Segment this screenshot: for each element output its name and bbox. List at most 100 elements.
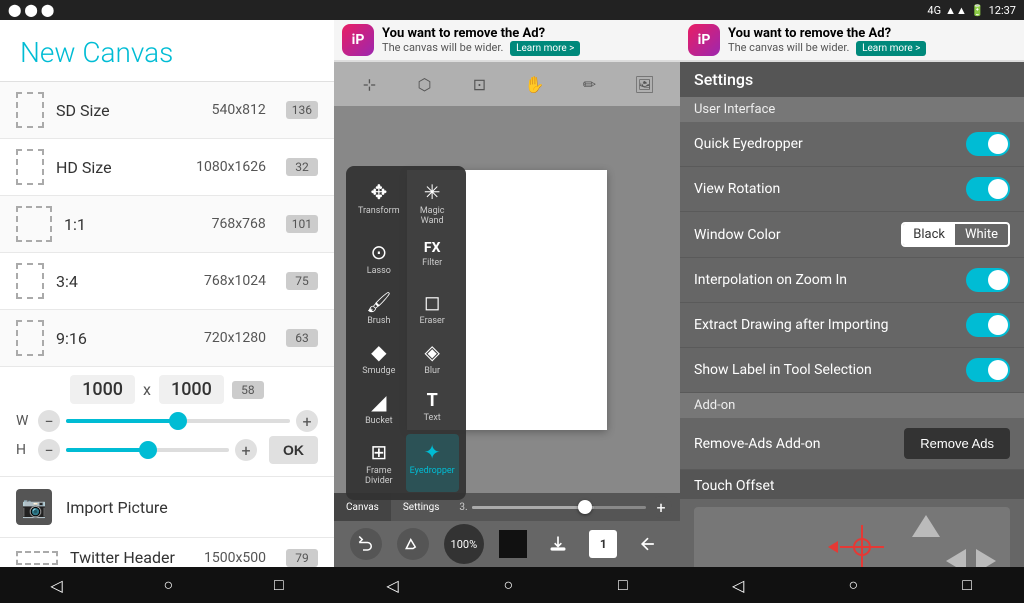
home-button-p3[interactable]: ○ <box>832 571 874 599</box>
text-label: Text <box>424 413 441 423</box>
tool-eraser[interactable]: ◻ Eraser <box>406 284 459 332</box>
tool-lasso[interactable]: ⊙ Lasso <box>354 234 404 282</box>
height-slider-track[interactable] <box>66 448 229 452</box>
back-button[interactable]: ◁ <box>34 572 78 599</box>
color-swatch[interactable] <box>499 530 527 558</box>
remove-ads-button[interactable]: Remove Ads <box>904 428 1010 459</box>
show-label-row: Show Label in Tool Selection <box>680 348 1024 393</box>
remove-ads-row: Remove-Ads Add-on Remove Ads <box>680 418 1024 470</box>
transform-tool-button[interactable]: ⊡ <box>464 68 496 100</box>
download-button[interactable] <box>542 528 574 560</box>
arrow-left-triangle[interactable] <box>946 549 966 567</box>
thumb-hd <box>16 149 44 185</box>
arrow-right-triangle[interactable] <box>976 549 996 567</box>
back-button-p3[interactable]: ◁ <box>716 572 760 599</box>
brush-size-value: 100% <box>451 538 478 551</box>
canvas-toolbar: ⊹ ⬡ ⊡ ✋ ✏ 🖼 <box>334 62 680 106</box>
recent-button-p3[interactable]: □ <box>946 571 988 599</box>
list-item[interactable]: HD Size 1080x1626 32 <box>0 139 334 196</box>
size-label-34: 3:4 <box>56 272 192 291</box>
ad-headline-3: You want to remove the Ad? <box>728 26 926 41</box>
brush-bottom-button[interactable] <box>397 528 429 560</box>
lasso-tool-button[interactable]: ⬡ <box>409 68 441 100</box>
back-arrow-button[interactable] <box>632 528 664 560</box>
width-decrease-button[interactable]: − <box>38 410 60 432</box>
view-rotation-label: View Rotation <box>694 181 966 197</box>
zoom-plus-button[interactable]: + <box>650 496 672 518</box>
image-tool-button[interactable]: 🖼 <box>629 68 661 100</box>
width-increase-button[interactable]: + <box>296 410 318 432</box>
remove-ads-label: Remove-Ads Add-on <box>694 436 904 452</box>
ad-banner-2[interactable]: iP You want to remove the Ad? The canvas… <box>334 20 680 62</box>
home-button[interactable]: ○ <box>147 571 189 599</box>
brush-label: Brush <box>367 316 390 326</box>
touch-offset-diagram[interactable] <box>694 507 1010 567</box>
list-item[interactable]: 1:1 768x768 101 <box>0 196 334 253</box>
custom-width-value[interactable]: 1000 <box>70 375 135 404</box>
tool-text[interactable]: T Text <box>406 384 459 432</box>
list-item[interactable]: 9:16 720x1280 63 <box>0 310 334 367</box>
height-increase-button[interactable]: + <box>235 439 257 461</box>
canvas-area[interactable]: ✥ Transform ✳ Magic Wand ⊙ Lasso FX Filt… <box>334 106 680 493</box>
import-picture-row[interactable]: 📷 Import Picture <box>0 477 334 538</box>
interpolation-toggle[interactable] <box>966 268 1010 292</box>
magic-wand-label: Magic Wand <box>410 206 455 226</box>
black-color-button[interactable]: Black <box>903 224 955 245</box>
show-label-toggle[interactable] <box>966 358 1010 382</box>
ad-learn-more-3[interactable]: Learn more > <box>856 41 926 56</box>
list-item[interactable]: SD Size 540x812 136 <box>0 82 334 139</box>
width-slider-track[interactable] <box>66 419 290 423</box>
toggle-knob <box>988 134 1008 154</box>
undo-button[interactable] <box>350 528 382 560</box>
blur-label: Blur <box>424 366 440 376</box>
tool-filter[interactable]: FX Filter <box>406 234 459 282</box>
new-canvas-panel: New Canvas SD Size 540x812 136 HD Size 1… <box>0 20 334 603</box>
select-tool-button[interactable]: ⊹ <box>354 68 386 100</box>
tool-transform[interactable]: ✥ Transform <box>354 174 404 232</box>
ok-button[interactable]: OK <box>269 436 318 464</box>
recent-button[interactable]: □ <box>258 571 300 599</box>
quick-eyedropper-toggle[interactable] <box>966 132 1010 156</box>
crosshair-left-arrow <box>828 541 838 553</box>
zoom-slider-thumb[interactable] <box>578 500 592 514</box>
tool-brush[interactable]: 🖌 Brush <box>354 284 404 332</box>
thumb-sd <box>16 92 44 128</box>
tool-eyedropper[interactable]: ✦ Eyedropper <box>406 434 459 492</box>
tool-magic-wand[interactable]: ✳ Magic Wand <box>406 174 459 232</box>
tool-frame-divider[interactable]: ⊞ Frame Divider <box>354 434 404 492</box>
transform-icon: ✥ <box>370 180 387 204</box>
window-color-toggle: Black White <box>901 222 1010 247</box>
recent-button-p2[interactable]: □ <box>602 571 644 599</box>
custom-height-value[interactable]: 1000 <box>159 375 224 404</box>
thumb-916 <box>16 320 44 356</box>
arrow-up-triangle[interactable] <box>912 515 940 537</box>
size-value-sd: 540x812 <box>212 102 266 118</box>
home-button-p2[interactable]: ○ <box>487 571 529 599</box>
ad-icon-2: iP <box>342 24 374 56</box>
brush-size-button[interactable]: 100% <box>444 524 484 564</box>
ad-banner-3[interactable]: iP You want to remove the Ad? The canvas… <box>680 20 1024 62</box>
list-item[interactable]: 3:4 768x1024 75 <box>0 253 334 310</box>
twitter-size: 1500x500 <box>204 550 266 566</box>
white-color-button[interactable]: White <box>955 224 1008 245</box>
tool-bucket[interactable]: ◢ Bucket <box>354 384 404 432</box>
extract-drawing-toggle[interactable] <box>966 313 1010 337</box>
width-slider-row: W − + <box>16 410 318 432</box>
pen-tool-button[interactable]: ✏ <box>574 68 606 100</box>
tool-blur[interactable]: ◈ Blur <box>406 334 459 382</box>
height-decrease-button[interactable]: − <box>38 439 60 461</box>
view-rotation-toggle[interactable] <box>966 177 1010 201</box>
toggle-knob <box>988 315 1008 335</box>
twitter-label: Twitter Header <box>70 548 192 567</box>
tool-smudge[interactable]: ◆ Smudge <box>354 334 404 382</box>
thumb-twitter <box>16 551 58 565</box>
layer-badge[interactable]: 1 <box>589 530 617 558</box>
back-button-p2[interactable]: ◁ <box>370 572 414 599</box>
move-tool-button[interactable]: ✋ <box>519 68 551 100</box>
touch-offset-title: Touch Offset <box>694 478 775 494</box>
ad-subtext-3: The canvas will be wider. Learn more > <box>728 41 926 54</box>
status-left: ⬤ ⬤ ⬤ <box>8 3 54 17</box>
list-item[interactable]: Twitter Header 1500x500 79 <box>0 538 334 567</box>
ad-learn-more-2[interactable]: Learn more > <box>510 41 580 56</box>
addon-section-header: Add-on <box>680 393 1024 418</box>
